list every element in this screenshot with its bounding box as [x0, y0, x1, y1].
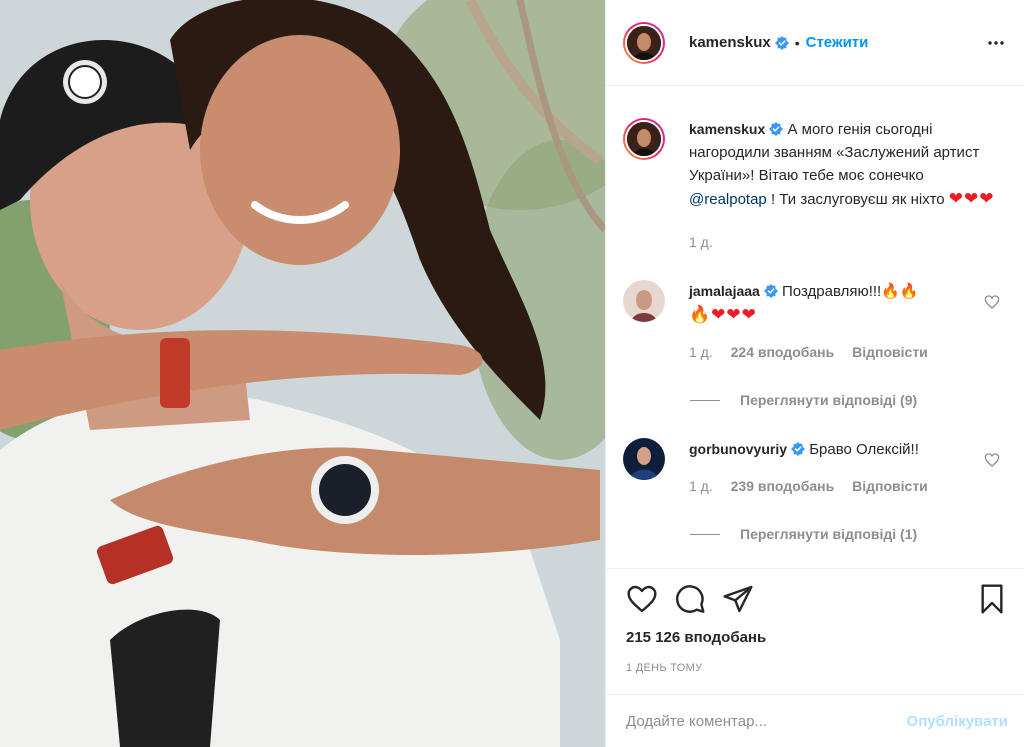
likes-count[interactable]: 215 126 вподобань	[626, 629, 1008, 646]
author-username[interactable]: kamenskux	[689, 34, 771, 51]
comment-text: Браво Олексій!!	[809, 441, 919, 458]
reply-button[interactable]: Відповісти	[852, 478, 928, 494]
view-replies-button[interactable]: Переглянути відповіді (9)	[690, 392, 1008, 408]
post-side-panel: kamenskux • Стежити kamenskux А мого ген…	[605, 0, 1024, 747]
comment-icon[interactable]	[674, 583, 706, 615]
reply-button[interactable]: Відповісти	[852, 344, 928, 360]
comment-avatar[interactable]	[623, 280, 665, 322]
share-icon[interactable]	[722, 583, 754, 615]
more-options-icon[interactable]	[984, 31, 1008, 55]
replies-divider	[690, 533, 720, 535]
view-replies-label: Переглянути відповіді (9)	[740, 392, 918, 408]
post-time[interactable]: 1 день тому	[626, 662, 1008, 674]
comment-author[interactable]: jamalajaaa	[689, 283, 760, 299]
comment-likes[interactable]: 224 вподобань	[731, 344, 835, 360]
comment-avatar-image	[623, 280, 665, 322]
action-icons	[626, 569, 1008, 629]
caption-text-end: ! Ти заслуговуєш як ніхто	[766, 191, 949, 208]
caption-body: kamenskux А мого генія сьогодні нагороди…	[689, 118, 995, 254]
verified-badge-icon	[769, 122, 784, 136]
caption: kamenskux А мого генія сьогодні нагороди…	[623, 118, 1008, 254]
caption-avatar[interactable]	[623, 118, 665, 160]
add-comment-bar: Опублікувати	[606, 694, 1024, 747]
view-replies-label: Переглянути відповіді (1)	[740, 526, 918, 542]
comment-avatar-image	[623, 438, 665, 480]
follow-button[interactable]: Стежити	[806, 34, 869, 51]
publish-button[interactable]: Опублікувати	[907, 713, 1008, 730]
comment-input[interactable]	[626, 712, 907, 730]
verified-badge-icon	[763, 284, 778, 298]
post-photo-illustration	[0, 0, 605, 747]
caption-author[interactable]: kamenskux	[689, 121, 765, 137]
comment-text: Поздравляю!!!🔥🔥	[782, 283, 919, 300]
comment-meta: 1 д. 239 вподобань Відповісти	[689, 475, 959, 498]
caption-avatar-image	[627, 122, 661, 156]
comment-author[interactable]: gorbunovyuriy	[689, 441, 787, 457]
comment-item: gorbunovyuriy Браво Олексій!! 1 д. 239 в…	[623, 438, 1008, 498]
post-actions: 215 126 вподобань 1 день тому	[606, 568, 1024, 678]
caption-time[interactable]: 1 д.	[689, 234, 713, 250]
post-header: kamenskux • Стежити	[606, 0, 1024, 86]
caption-hearts: ❤❤❤	[948, 189, 995, 208]
replies-divider	[690, 399, 720, 401]
heart-icon[interactable]	[626, 583, 658, 615]
view-replies-button[interactable]: Переглянути відповіді (1)	[690, 526, 1008, 542]
comment-time[interactable]: 1 д.	[689, 478, 713, 494]
post-photo[interactable]	[0, 0, 605, 747]
comment-like-heart-icon[interactable]	[984, 452, 1000, 468]
comment-body: gorbunovyuriy Браво Олексій!! 1 д. 239 в…	[689, 438, 959, 498]
verified-badge-icon	[791, 442, 806, 456]
caption-mention[interactable]: @realpotap	[689, 191, 767, 208]
separator-dot: •	[794, 34, 800, 51]
comment-item: jamalajaaa Поздравляю!!!🔥🔥 🔥❤❤❤ 1 д. 224…	[623, 280, 1008, 364]
comment-time[interactable]: 1 д.	[689, 344, 713, 360]
author-avatar[interactable]	[623, 21, 665, 64]
comment-likes[interactable]: 239 вподобань	[731, 478, 835, 494]
comment-body: jamalajaaa Поздравляю!!!🔥🔥 🔥❤❤❤ 1 д. 224…	[689, 280, 959, 364]
comment-like-heart-icon[interactable]	[984, 294, 1000, 310]
verified-badge-icon	[774, 35, 789, 50]
bookmark-icon[interactable]	[976, 583, 1008, 615]
comment-text-line2: 🔥❤❤❤	[689, 305, 757, 324]
comment-meta: 1 д. 224 вподобань Відповісти	[689, 341, 959, 364]
caption-meta: 1 д.	[689, 231, 995, 254]
author-avatar-image	[627, 25, 661, 60]
comments-list[interactable]: kamenskux А мого генія сьогодні нагороди…	[606, 87, 1024, 568]
comment-avatar[interactable]	[623, 438, 665, 480]
